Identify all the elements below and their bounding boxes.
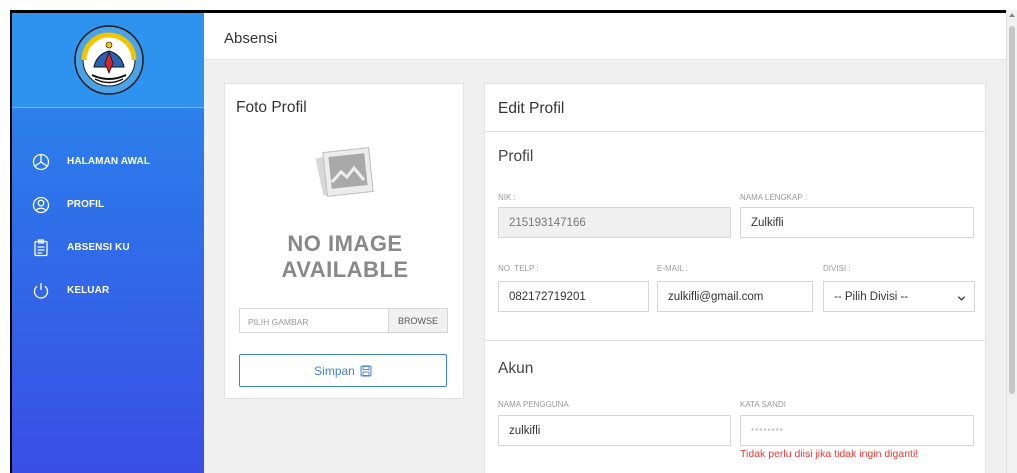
email-field[interactable]: zulkifli@gmail.com bbox=[657, 281, 813, 312]
sidebar-item-halaman-awal[interactable]: HALAMAN AWAL bbox=[12, 140, 204, 183]
photo-card: Foto Profil NO IMAGE AVAILABLE PILIH GAM… bbox=[224, 83, 464, 399]
user-icon bbox=[32, 196, 50, 213]
password-label: KATA SANDI bbox=[740, 400, 786, 409]
nik-field[interactable]: 215193147166 bbox=[498, 207, 731, 238]
save-button[interactable]: Simpan bbox=[239, 354, 447, 387]
floppy-disk-icon bbox=[360, 365, 372, 376]
no-telp-field[interactable]: 082172719201 bbox=[498, 281, 649, 312]
nama-lengkap-field[interactable]: Zulkifli bbox=[740, 207, 974, 238]
page-title: Absensi bbox=[224, 30, 278, 47]
sidebar-item-label: ABSENSI KU bbox=[67, 242, 130, 253]
file-picker[interactable]: PILIH GAMBAR BROWSE bbox=[239, 308, 448, 333]
password-hint: Tidak perlu diisi jika tidak ingin digan… bbox=[740, 448, 919, 460]
logo-area bbox=[12, 13, 204, 108]
save-button-label: Simpan bbox=[314, 363, 355, 378]
chevron-down-icon bbox=[957, 296, 966, 301]
username-label: NAMA PENGGUNA bbox=[498, 400, 569, 409]
file-picker-placeholder: PILIH GAMBAR bbox=[248, 317, 309, 327]
top-bar: Absensi bbox=[204, 10, 1006, 60]
sidebar-item-label: KELUAR bbox=[67, 285, 110, 296]
no-telp-label: NO. TELP : bbox=[498, 264, 539, 273]
window-frame-left bbox=[0, 10, 10, 473]
username-field[interactable]: zulkifli bbox=[498, 415, 731, 446]
power-icon bbox=[33, 282, 49, 299]
no-image-text-line2: AVAILABLE bbox=[281, 257, 409, 282]
tut-wuri-handayani-logo bbox=[74, 25, 144, 95]
sidebar-nav: HALAMAN AWAL PROFIL ABSENSI KU KELUAR bbox=[12, 140, 204, 312]
edit-card-header: Edit Profil bbox=[485, 84, 985, 132]
nik-label: NIK : bbox=[498, 193, 516, 202]
divisi-label: DIVISI : bbox=[823, 264, 851, 273]
sidebar-item-label: HALAMAN AWAL bbox=[67, 156, 151, 167]
section-divider bbox=[485, 340, 985, 341]
password-field[interactable]: ******** bbox=[740, 415, 974, 446]
image-placeholder-icon bbox=[315, 147, 374, 197]
divisi-selected-value: -- Pilih Divisi -- bbox=[834, 291, 909, 303]
nama-lengkap-label: NAMA LENGKAP : bbox=[740, 193, 807, 202]
clipboard-icon bbox=[34, 238, 48, 256]
sidebar-item-profil[interactable]: PROFIL bbox=[12, 183, 204, 226]
sidebar-item-keluar[interactable]: KELUAR bbox=[12, 269, 204, 312]
no-image-text-line1: NO IMAGE bbox=[287, 231, 403, 256]
scroll-up-arrow-icon[interactable] bbox=[1009, 13, 1015, 17]
sidebar-item-absensi-ku[interactable]: ABSENSI KU bbox=[12, 226, 204, 269]
edit-profile-card: Edit Profil Profil NIK : 215193147166 NA… bbox=[484, 83, 986, 473]
pie-chart-icon bbox=[32, 153, 50, 170]
sidebar: HALAMAN AWAL PROFIL ABSENSI KU KELUAR bbox=[10, 10, 204, 473]
browse-button[interactable]: BROWSE bbox=[388, 309, 447, 332]
main-content: Foto Profil NO IMAGE AVAILABLE PILIH GAM… bbox=[204, 60, 1006, 473]
divisi-select[interactable]: -- Pilih Divisi -- bbox=[823, 281, 975, 312]
sidebar-item-label: PROFIL bbox=[67, 199, 105, 210]
email-label: E-MAIL : bbox=[657, 264, 688, 273]
scrollbar-thumb[interactable] bbox=[1009, 26, 1015, 394]
photo-card-title: Foto Profil bbox=[236, 99, 307, 116]
window-frame-top bbox=[0, 0, 1017, 10]
edit-card-title: Edit Profil bbox=[498, 100, 565, 117]
akun-section-title: Akun bbox=[498, 360, 534, 377]
vertical-scrollbar[interactable] bbox=[1006, 10, 1017, 473]
profil-section-title: Profil bbox=[498, 148, 534, 165]
